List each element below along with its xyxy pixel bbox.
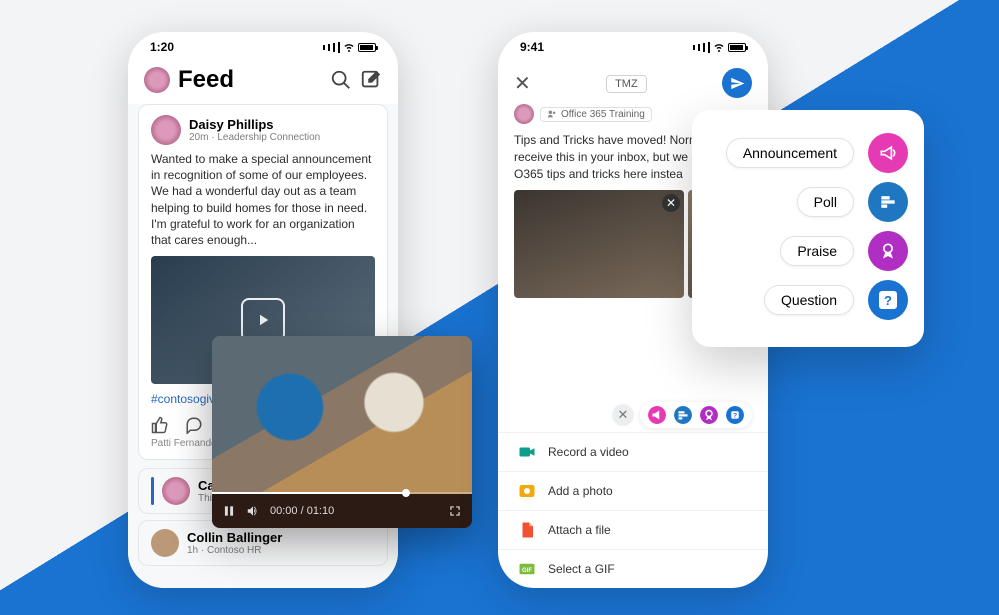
option-select-gif[interactable]: GIF Select a GIF xyxy=(498,549,768,588)
praise-icon[interactable] xyxy=(700,406,718,424)
send-button[interactable] xyxy=(722,68,752,98)
video-icon xyxy=(518,443,536,461)
wifi-icon xyxy=(343,41,355,53)
ribbon-icon xyxy=(868,231,908,271)
post-meta: 20m · Leadership Connection xyxy=(189,132,320,143)
poll-icon xyxy=(868,182,908,222)
option-attach-file[interactable]: Attach a file xyxy=(498,510,768,549)
volume-icon[interactable] xyxy=(246,504,260,518)
search-icon[interactable] xyxy=(330,69,352,91)
community-chip[interactable]: TMZ xyxy=(606,75,647,93)
status-bar: 1:20 xyxy=(128,32,398,62)
option-label: Attach a file xyxy=(548,523,611,537)
author-avatar[interactable] xyxy=(151,115,181,145)
video-controls: 00:00 / 01:10 xyxy=(212,494,472,528)
svg-text:GIF: GIF xyxy=(522,568,532,574)
gif-icon: GIF xyxy=(518,560,536,578)
status-bar: 9:41 xyxy=(498,32,768,62)
reply-avatar xyxy=(162,477,190,505)
svg-text:?: ? xyxy=(733,412,737,419)
option-label: Select a GIF xyxy=(548,562,615,576)
photo-icon xyxy=(518,482,536,500)
option-record-video[interactable]: Record a video xyxy=(498,432,768,471)
type-label: Question xyxy=(764,285,854,315)
author-name: Daisy Phillips xyxy=(189,117,320,132)
comment-icon[interactable] xyxy=(185,416,203,434)
type-label: Announcement xyxy=(726,138,854,168)
video-time: 00:00 / 01:10 xyxy=(270,505,334,517)
next-author: Collin Ballinger xyxy=(187,530,282,545)
fullscreen-icon[interactable] xyxy=(448,504,462,518)
poll-icon[interactable] xyxy=(674,406,692,424)
wifi-icon xyxy=(713,41,725,53)
post-type-menu: Announcement Poll Praise Question ? xyxy=(692,110,924,347)
people-icon xyxy=(547,109,557,119)
file-icon xyxy=(518,521,536,539)
status-icons xyxy=(693,41,746,53)
status-time: 9:41 xyxy=(520,40,544,54)
question-icon: ? xyxy=(868,280,908,320)
type-question[interactable]: Question ? xyxy=(708,280,908,320)
next-avatar xyxy=(151,529,179,557)
type-label: Poll xyxy=(797,187,854,217)
battery-icon xyxy=(728,43,746,52)
compose-header: ✕ TMZ xyxy=(498,62,768,104)
type-label: Praise xyxy=(780,236,854,266)
audience-tag[interactable]: Office 365 Training xyxy=(540,107,652,122)
next-meta: 1h · Contoso HR xyxy=(187,545,282,556)
type-announcement[interactable]: Announcement xyxy=(708,133,908,173)
like-icon[interactable] xyxy=(151,416,169,434)
close-icon[interactable]: ✕ xyxy=(514,71,531,96)
battery-icon xyxy=(358,43,376,52)
dismiss-types-icon[interactable]: ✕ xyxy=(612,404,634,426)
attached-image[interactable]: ✕ xyxy=(514,190,684,298)
pause-icon[interactable] xyxy=(222,504,236,518)
type-praise[interactable]: Praise xyxy=(708,231,908,271)
option-label: Record a video xyxy=(548,445,629,459)
type-poll[interactable]: Poll xyxy=(708,182,908,222)
status-time: 1:20 xyxy=(150,40,174,54)
video-progress[interactable] xyxy=(212,492,472,494)
video-content xyxy=(212,336,472,494)
option-label: Add a photo xyxy=(548,484,613,498)
compose-avatar xyxy=(514,104,534,124)
announcement-icon[interactable] xyxy=(648,406,666,424)
user-avatar[interactable] xyxy=(144,67,170,93)
video-player[interactable]: 00:00 / 01:10 xyxy=(212,336,472,528)
option-add-photo[interactable]: Add a photo xyxy=(498,471,768,510)
compose-icon[interactable] xyxy=(360,69,382,91)
page-title: Feed xyxy=(178,66,322,94)
remove-image-icon[interactable]: ✕ xyxy=(662,194,680,212)
question-icon[interactable]: ? xyxy=(726,406,744,424)
post-type-row: ✕ ? xyxy=(498,390,768,432)
feed-header: Feed xyxy=(128,62,398,104)
audience-tag-label: Office 365 Training xyxy=(561,109,645,120)
post-text: Wanted to make a special announcement in… xyxy=(151,151,375,248)
megaphone-icon xyxy=(868,133,908,173)
status-icons xyxy=(323,41,376,53)
